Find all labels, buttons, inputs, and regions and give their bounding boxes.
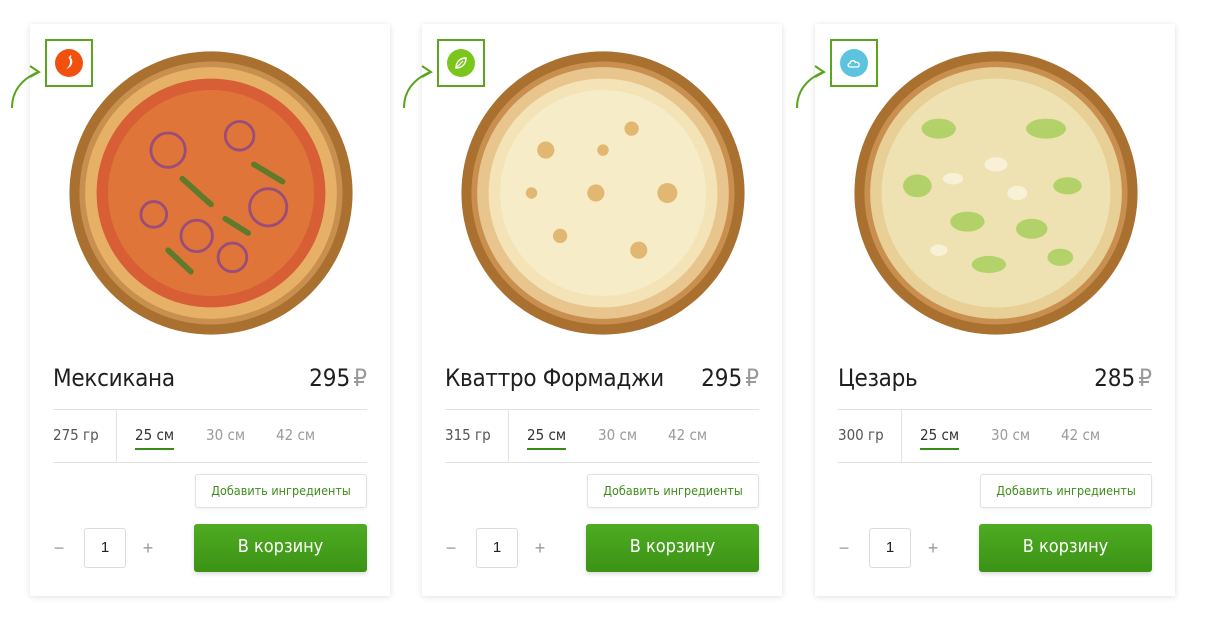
size-options: 300 гр 25 см 30 см 42 см [838, 409, 1152, 463]
product-weight: 275 гр [53, 410, 117, 462]
price-value: 295 [309, 364, 351, 392]
pizza-image[interactable] [68, 50, 354, 336]
add-ingredients-button[interactable]: Добавить ингредиенты [195, 474, 367, 508]
quantity-increase-button[interactable]: + [926, 536, 940, 560]
product-name[interactable]: Кваттро Формаджи [445, 364, 664, 392]
size-option-25cm[interactable]: 25 см [135, 410, 175, 462]
price-value: 295 [701, 364, 743, 392]
product-price: 295 ₽ [701, 364, 759, 392]
product-weight: 315 гр [445, 410, 509, 462]
product-card: Мексикана 295 ₽ 275 гр 25 см 30 см 42 см … [11, 24, 390, 596]
size-option-25cm[interactable]: 25 см [920, 410, 960, 462]
size-option-42cm[interactable]: 42 см [1061, 410, 1100, 462]
size-option-30cm[interactable]: 30 см [991, 410, 1030, 462]
currency-symbol: ₽ [353, 364, 367, 392]
size-option-42cm[interactable]: 42 см [668, 410, 707, 462]
quantity-decrease-button[interactable]: − [52, 536, 66, 560]
size-options: 275 гр 25 см 30 см 42 см [53, 409, 367, 463]
product-weight: 300 гр [838, 410, 902, 462]
product-name[interactable]: Мексикана [53, 364, 175, 392]
price-value: 285 [1094, 364, 1136, 392]
add-to-cart-button[interactable]: В корзину [586, 524, 759, 572]
quantity-increase-button[interactable]: + [533, 536, 547, 560]
quantity-input[interactable]: 1 [84, 528, 126, 568]
pizza-image[interactable] [460, 50, 746, 336]
callout-arrow-icon [403, 65, 433, 109]
size-options: 315 гр 25 см 30 см 42 см [445, 409, 759, 463]
quantity-decrease-button[interactable]: − [837, 536, 851, 560]
product-card: Цезарь 285 ₽ 300 гр 25 см 30 см 42 см Доб… [796, 24, 1175, 596]
currency-symbol: ₽ [1138, 364, 1152, 392]
quantity-input[interactable]: 1 [869, 528, 911, 568]
quantity-decrease-button[interactable]: − [444, 536, 458, 560]
callout-arrow-icon [11, 65, 41, 109]
add-to-cart-button[interactable]: В корзину [979, 524, 1152, 572]
add-ingredients-button[interactable]: Добавить ингредиенты [587, 474, 759, 508]
quantity-input[interactable]: 1 [476, 528, 518, 568]
product-price: 285 ₽ [1094, 364, 1152, 392]
product-price: 295 ₽ [309, 364, 367, 392]
callout-arrow-icon [796, 65, 826, 109]
size-option-30cm[interactable]: 30 см [206, 410, 245, 462]
product-name[interactable]: Цезарь [838, 364, 918, 392]
size-option-25cm[interactable]: 25 см [527, 410, 567, 462]
quantity-increase-button[interactable]: + [141, 536, 155, 560]
add-to-cart-button[interactable]: В корзину [194, 524, 367, 572]
size-option-42cm[interactable]: 42 см [276, 410, 315, 462]
currency-symbol: ₽ [745, 364, 759, 392]
pizza-image[interactable] [853, 50, 1139, 336]
size-option-30cm[interactable]: 30 см [598, 410, 637, 462]
add-ingredients-button[interactable]: Добавить ингредиенты [980, 474, 1152, 508]
product-card: Кваттро Формаджи 295 ₽ 315 гр 25 см 30 см… [403, 24, 782, 596]
